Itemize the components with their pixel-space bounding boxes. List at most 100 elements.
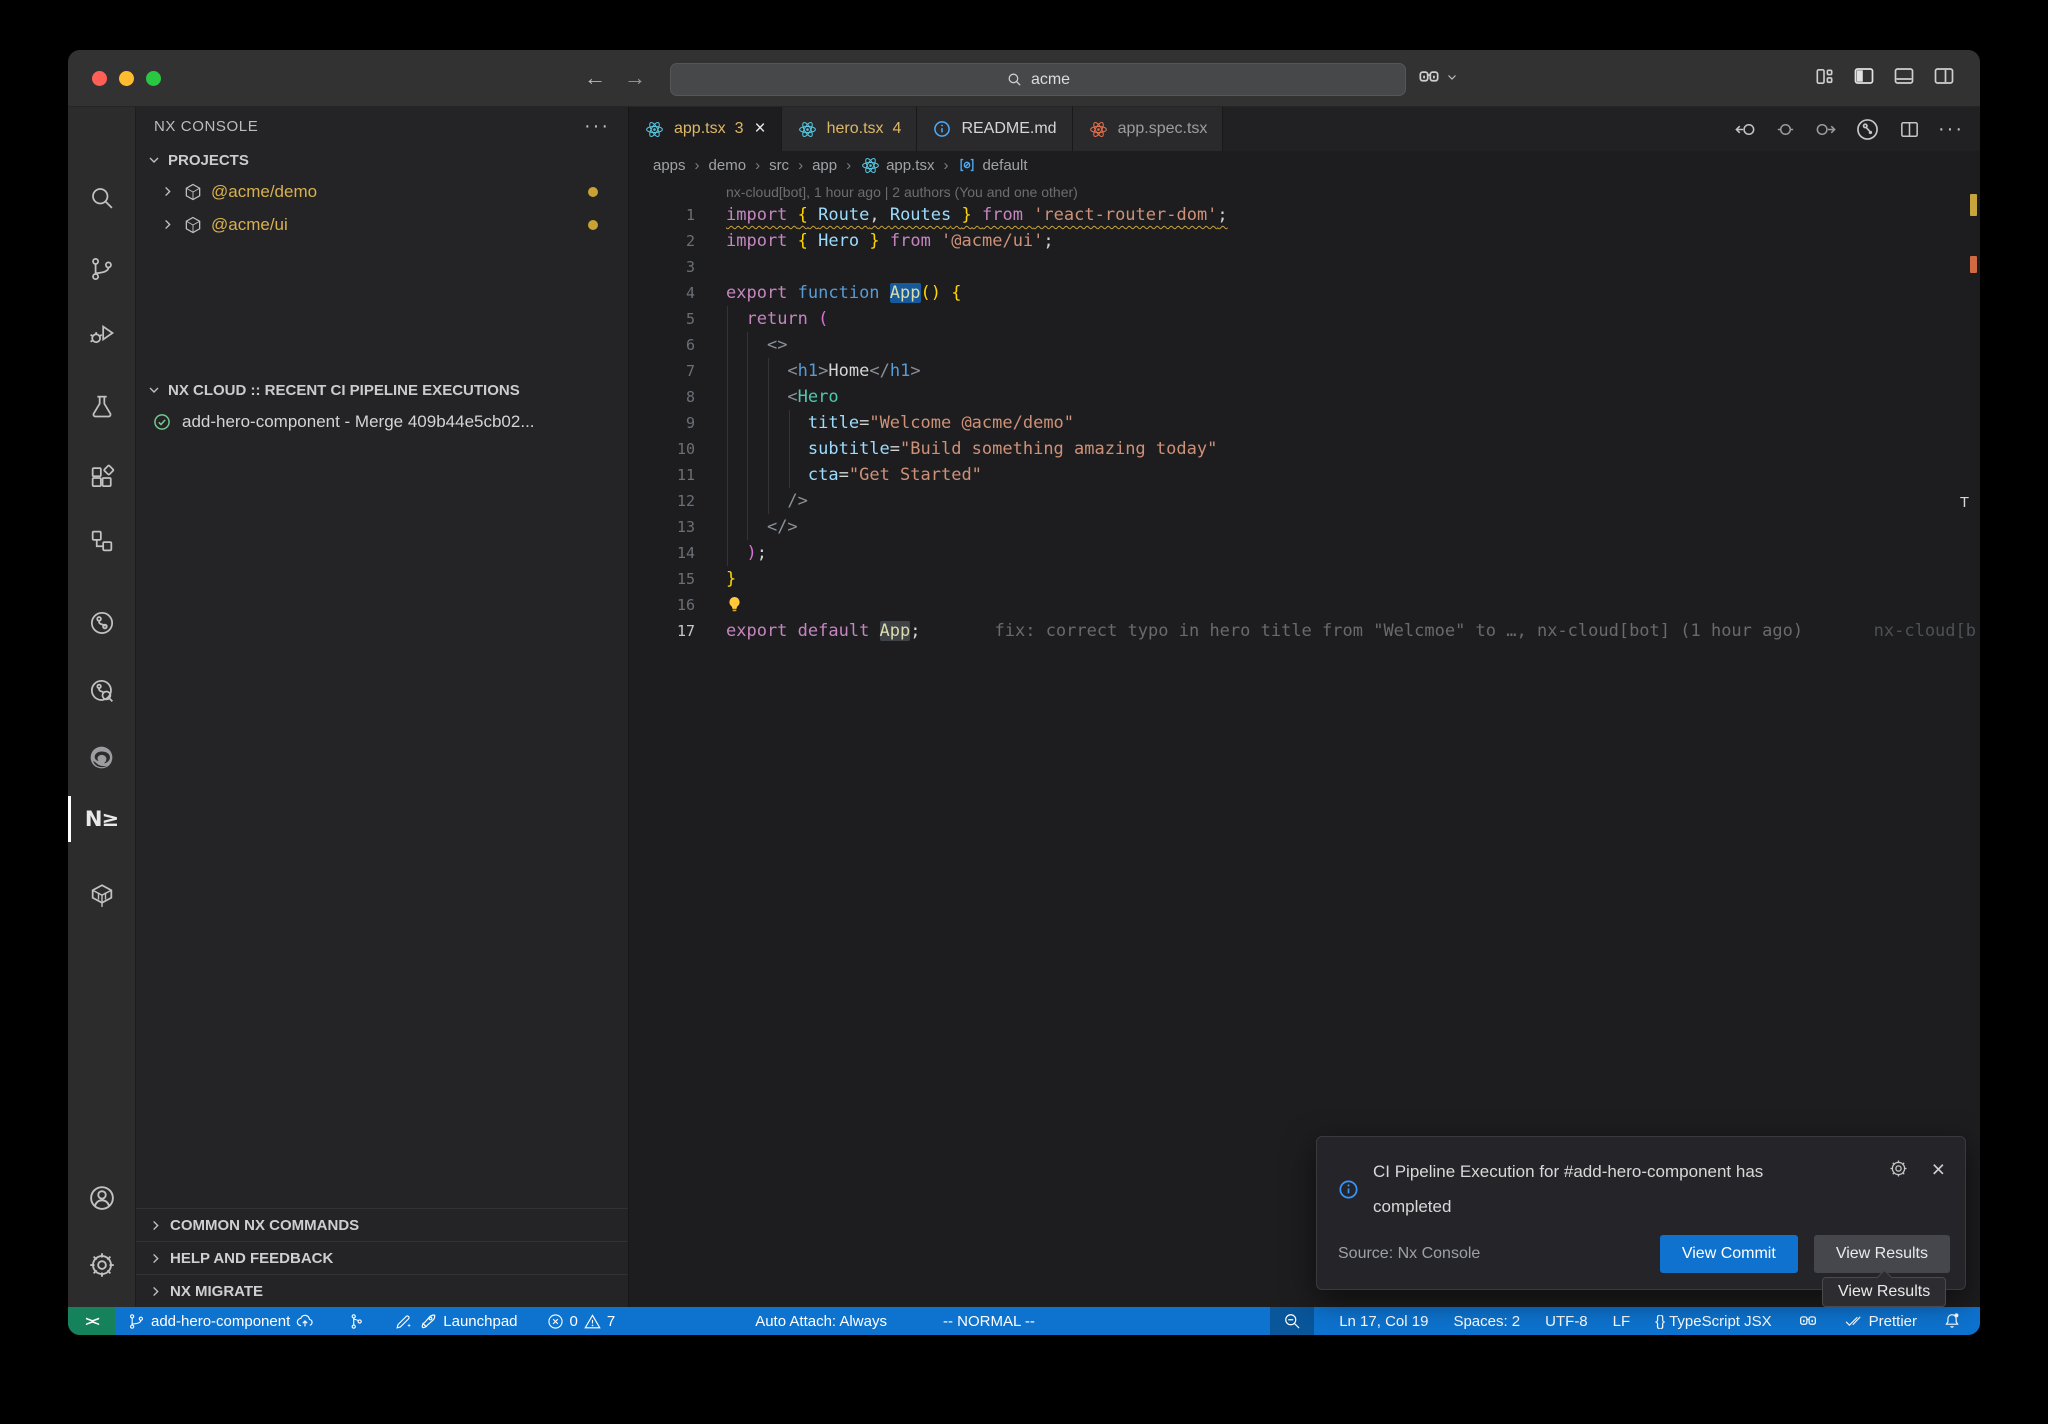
- projects-section-header[interactable]: PROJECTS: [136, 145, 628, 175]
- status-prettier[interactable]: Prettier: [1844, 1311, 1917, 1331]
- code-line-14[interactable]: 14 );: [629, 540, 1980, 566]
- code-text: import { Hero } from '@acme/ui';: [726, 228, 1054, 254]
- status-vim-mode[interactable]: -- NORMAL --: [943, 1313, 1035, 1330]
- breadcrumb-apps[interactable]: apps: [653, 157, 686, 174]
- activity-item-extensions[interactable]: [68, 451, 135, 505]
- status-problems[interactable]: 07: [546, 1312, 616, 1331]
- forward-icon[interactable]: →: [624, 65, 646, 91]
- command-center-search[interactable]: acme: [670, 63, 1406, 96]
- code-line-1[interactable]: 1import { Route, Routes } from 'react-ro…: [629, 202, 1980, 228]
- activity-item-run-and-debug[interactable]: [68, 306, 135, 360]
- customize-layout-icon[interactable]: [1813, 65, 1836, 88]
- info-icon: [932, 119, 952, 139]
- close-icon[interactable]: ×: [755, 118, 766, 140]
- code-text: export function App() {: [726, 280, 961, 306]
- line-number: 2: [629, 228, 695, 254]
- breadcrumb-src[interactable]: src: [769, 157, 789, 174]
- code-line-3[interactable]: 3: [629, 254, 1980, 280]
- status-graph[interactable]: [347, 1312, 366, 1331]
- nav-forward-circle-icon[interactable]: [1814, 118, 1837, 141]
- nav-back-circle-icon[interactable]: [1734, 118, 1757, 141]
- status-notifications[interactable]: [1942, 1311, 1962, 1331]
- more-actions-icon[interactable]: ···: [584, 115, 610, 138]
- toggle-primary-sidebar-icon[interactable]: [1852, 64, 1876, 88]
- status-launchpad[interactable]: Launchpad: [394, 1311, 517, 1331]
- projects-section-label: PROJECTS: [168, 152, 249, 169]
- code-line-17[interactable]: 17nx-cloud[bexport default App;fix: corr…: [629, 618, 1980, 644]
- tab-app-tsx[interactable]: app.tsx3×: [629, 107, 782, 151]
- code-line-10[interactable]: 10 subtitle="Build something amazing tod…: [629, 436, 1980, 462]
- code-line-9[interactable]: 9 title="Welcome @acme/demo": [629, 410, 1980, 436]
- view-results-button[interactable]: View Results: [1814, 1235, 1950, 1273]
- code-line-12[interactable]: 12 />: [629, 488, 1980, 514]
- code-line-2[interactable]: 2 import { Hero } from '@acme/ui';: [629, 228, 1980, 254]
- breadcrumb-demo[interactable]: demo: [709, 157, 747, 174]
- pipeline-execution-item[interactable]: add-hero-component - Merge 409b44e5cb02.…: [136, 405, 628, 438]
- activity-item-gitlens[interactable]: [68, 596, 135, 650]
- info-icon: [1337, 1154, 1360, 1224]
- project-item--acme-demo[interactable]: @acme/demo: [136, 175, 628, 208]
- status-eol[interactable]: LF: [1613, 1313, 1631, 1330]
- breadcrumb-app[interactable]: app: [812, 157, 837, 174]
- line-number: 12: [629, 488, 695, 514]
- notification-close-icon[interactable]: ×: [1932, 1159, 1945, 1179]
- code-line-6[interactable]: 6 <>: [629, 332, 1980, 358]
- activity-item-search[interactable]: [68, 171, 135, 225]
- tab-readme-md[interactable]: README.md: [917, 107, 1072, 151]
- activity-item-explorer[interactable]: [68, 104, 135, 158]
- toggle-panel-icon[interactable]: [1892, 64, 1916, 88]
- breadcrumb-default[interactable]: default: [957, 155, 1027, 175]
- activity-item-source-control[interactable]: [68, 242, 135, 296]
- code-text: <>: [726, 332, 787, 358]
- tab-label: hero.tsx: [827, 120, 884, 138]
- activity-item-containers[interactable]: [68, 867, 135, 921]
- code-line-13[interactable]: 13 </>: [629, 514, 1980, 540]
- copilot-menu[interactable]: [1416, 64, 1458, 90]
- status-branch[interactable]: add-hero-component: [127, 1311, 315, 1331]
- tab-app-spec-tsx[interactable]: app.spec.tsx: [1073, 107, 1224, 151]
- activity-item-accounts[interactable]: [68, 1171, 135, 1225]
- nav-circle-icon[interactable]: [1774, 118, 1797, 141]
- status-indentation[interactable]: Spaces: 2: [1453, 1313, 1520, 1330]
- more-actions-icon[interactable]: ···: [1938, 118, 1964, 141]
- activity-item-settings[interactable]: [68, 1238, 135, 1292]
- minimize-window-button[interactable]: [119, 71, 134, 86]
- code-line-15[interactable]: 15}: [629, 566, 1980, 592]
- project-item--acme-ui[interactable]: @acme/ui: [136, 208, 628, 241]
- view-commit-button[interactable]: View Commit: [1660, 1235, 1798, 1273]
- status-auto-attach[interactable]: Auto Attach: Always: [755, 1313, 887, 1330]
- toggle-secondary-sidebar-icon[interactable]: [1932, 64, 1956, 88]
- activity-item-edge-browser[interactable]: [68, 730, 135, 784]
- code-line-5[interactable]: 5 return (: [629, 306, 1980, 332]
- section-help-and-feedback[interactable]: HELP AND FEEDBACK: [136, 1241, 628, 1274]
- nx-cloud-section-header[interactable]: NX CLOUD :: RECENT CI PIPELINE EXECUTION…: [136, 375, 628, 405]
- breadcrumb-app-tsx[interactable]: app.tsx: [860, 155, 934, 176]
- status-encoding[interactable]: UTF-8: [1545, 1313, 1588, 1330]
- section-common-nx-commands[interactable]: COMMON NX COMMANDS: [136, 1208, 628, 1241]
- section-nx-migrate[interactable]: NX MIGRATE: [136, 1274, 628, 1307]
- code-line-7[interactable]: 7 <h1>Home</h1>: [629, 358, 1980, 384]
- status-copilot[interactable]: [1797, 1310, 1819, 1332]
- run-circle-icon[interactable]: [1854, 116, 1881, 143]
- activity-item-project-graph[interactable]: [68, 514, 135, 568]
- source-control-icon: [88, 255, 116, 283]
- close-window-button[interactable]: [92, 71, 107, 86]
- code-text: export default App;fix: correct typo in …: [726, 618, 1803, 644]
- code-line-8[interactable]: 8 <Hero: [629, 384, 1980, 410]
- split-editor-icon[interactable]: [1898, 118, 1921, 141]
- code-line-4[interactable]: 4export function App() {: [629, 280, 1980, 306]
- remote-indicator[interactable]: ><: [68, 1307, 115, 1335]
- activity-item-testing[interactable]: [68, 379, 135, 433]
- zoom-window-button[interactable]: [146, 71, 161, 86]
- back-icon[interactable]: ←: [584, 65, 606, 91]
- tab-hero-tsx[interactable]: hero.tsx4: [782, 107, 918, 151]
- section-label: HELP AND FEEDBACK: [170, 1250, 333, 1267]
- activity-item-gitlens-inspect[interactable]: [68, 664, 135, 718]
- status-zoom[interactable]: [1270, 1307, 1314, 1335]
- activity-item-nx-console[interactable]: N≥: [68, 792, 135, 846]
- code-line-16[interactable]: 16: [629, 592, 1980, 618]
- code-line-11[interactable]: 11 cta="Get Started": [629, 462, 1980, 488]
- notification-settings-gear-icon[interactable]: [1888, 1158, 1909, 1179]
- status-language[interactable]: {} TypeScript JSX: [1655, 1313, 1771, 1330]
- status-cursor-position[interactable]: Ln 17, Col 19: [1339, 1313, 1428, 1330]
